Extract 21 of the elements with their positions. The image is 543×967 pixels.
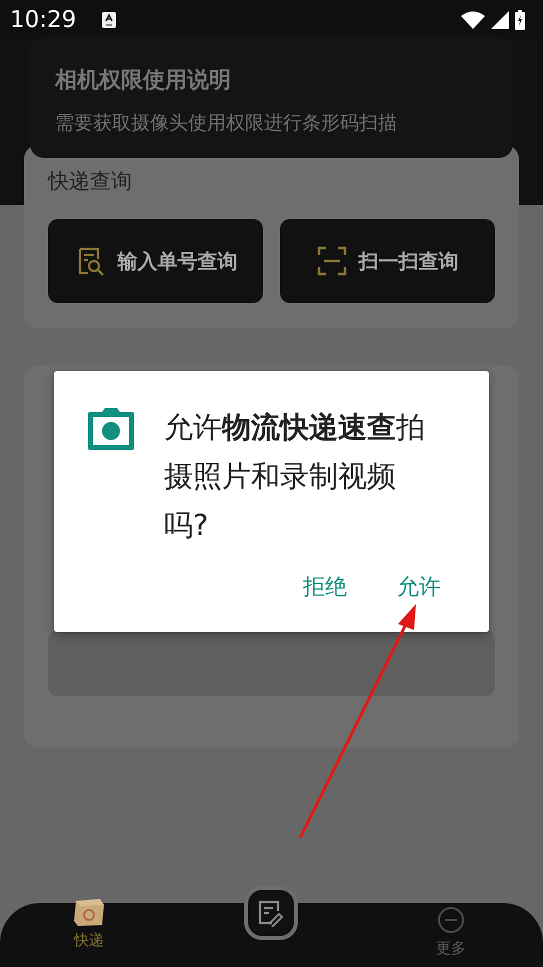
banner-title: 相机权限使用说明 [55,67,232,95]
card-title: 快递查询 [48,168,133,195]
dialog-message: 允许物流快递速查拍摄照片和录制视频吗? [164,409,426,544]
nav-tab[interactable]: 快递 [72,897,106,950]
clock: 10:29 [10,7,76,33]
more-icon [436,905,466,935]
package-icon [72,897,106,927]
dialog-button[interactable]: 拒绝 [303,572,347,602]
query-button[interactable]: 扫一扫查询 [280,219,495,303]
camera-icon [88,408,134,450]
record-button[interactable] [244,886,298,940]
nav-tab[interactable]: 更多 [436,905,466,958]
dialog-button[interactable]: 允许 [397,572,441,602]
document-pen-icon [257,899,285,927]
battery-icon [515,10,525,30]
scan-icon [316,246,346,276]
banner-description: 需要获取摄像头使用权限进行条形码扫描 [55,111,398,136]
wifi-icon [461,11,485,29]
query-button[interactable]: 输入单号查询 [48,219,263,303]
keyboard-icon [102,12,116,28]
signal-icon [491,11,509,29]
